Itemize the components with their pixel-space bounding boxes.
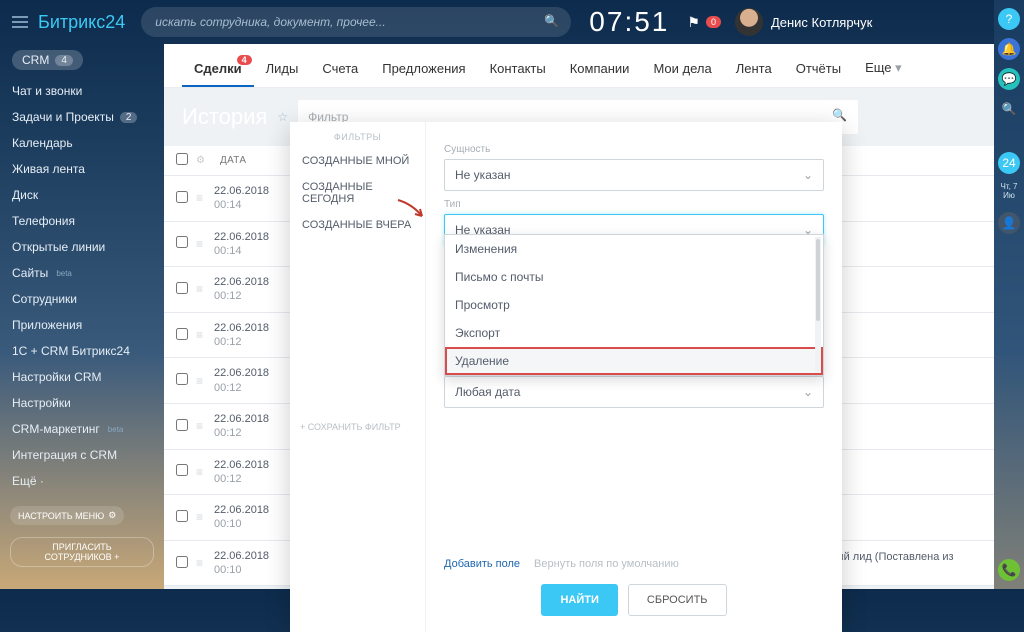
- drag-icon[interactable]: ≡: [196, 237, 214, 251]
- dropdown-scrollbar[interactable]: [815, 237, 821, 373]
- sidebar-item[interactable]: Живая лента: [0, 156, 164, 182]
- sidebar-item[interactable]: Задачи и Проекты2: [0, 104, 164, 130]
- tab[interactable]: Лиды: [254, 61, 311, 87]
- filter-presets-title: ФИЛЬТРЫ: [290, 132, 425, 142]
- entity-field-label: Сущность: [444, 144, 824, 155]
- sidebar-item[interactable]: Чат и звонки: [0, 78, 164, 104]
- tab[interactable]: Лента: [724, 61, 784, 87]
- messenger-icon[interactable]: 💬: [998, 68, 1020, 90]
- rail-date: Чт, 7 Ию: [994, 182, 1024, 200]
- tab[interactable]: Контакты: [478, 61, 558, 87]
- tab[interactable]: Компании: [558, 61, 642, 87]
- sidebar-item[interactable]: Настройки CRM: [0, 364, 164, 390]
- dropdown-option[interactable]: Экспорт: [445, 319, 823, 347]
- dropdown-option[interactable]: Изменения: [445, 235, 823, 263]
- tab[interactable]: Счета: [310, 61, 370, 87]
- row-checkbox[interactable]: [176, 373, 188, 385]
- dropdown-option[interactable]: Удаление: [445, 347, 823, 375]
- invite-button[interactable]: ПРИГЛАСИТЬ СОТРУДНИКОВ +: [10, 537, 154, 567]
- drag-icon[interactable]: ≡: [196, 191, 214, 205]
- sidebar-item[interactable]: Ещё ·: [0, 468, 164, 494]
- row-checkbox[interactable]: [176, 556, 188, 568]
- tab[interactable]: Мои дела: [641, 61, 723, 87]
- row-checkbox[interactable]: [176, 510, 188, 522]
- drag-icon[interactable]: ≡: [196, 374, 214, 388]
- filter-preset[interactable]: СОЗДАННЫЕ МНОЙ: [290, 148, 425, 174]
- col-date-header[interactable]: ДАТА: [220, 155, 300, 166]
- tab[interactable]: Отчёты: [784, 61, 853, 87]
- user-name[interactable]: Денис Котлярчук: [771, 15, 872, 30]
- global-search-input[interactable]: [141, 7, 571, 37]
- sidebar-item[interactable]: Диск: [0, 182, 164, 208]
- sidebar-item[interactable]: CRM-маркетингbeta: [0, 416, 164, 442]
- global-search[interactable]: 🔍: [141, 7, 571, 37]
- crm-chip[interactable]: CRM 4: [12, 50, 83, 70]
- callout-arrow: [396, 198, 426, 228]
- row-checkbox[interactable]: [176, 282, 188, 294]
- call-icon[interactable]: 📞: [998, 559, 1020, 581]
- row-checkbox[interactable]: [176, 464, 188, 476]
- sidebar-item[interactable]: Настройки: [0, 390, 164, 416]
- sidebar-item[interactable]: Сайтыbeta: [0, 260, 164, 286]
- tab[interactable]: Предложения: [370, 61, 477, 87]
- b24-badge[interactable]: 24: [998, 152, 1020, 174]
- row-checkbox[interactable]: [176, 236, 188, 248]
- tab[interactable]: Сделки4: [182, 61, 254, 87]
- notifications-icon[interactable]: 🔔: [998, 38, 1020, 60]
- chevron-down-icon: ⌄: [803, 385, 813, 399]
- drag-icon[interactable]: ≡: [196, 328, 214, 342]
- tasks-icon[interactable]: ⚑: [687, 14, 700, 31]
- search-icon-rail[interactable]: 🔍: [998, 98, 1020, 120]
- filter-search-icon[interactable]: 🔍: [832, 108, 847, 122]
- crm-count: 4: [55, 55, 73, 66]
- crm-label: CRM: [22, 53, 49, 67]
- configure-menu-button[interactable]: НАСТРОИТЬ МЕНЮ ⚙: [10, 506, 124, 525]
- select-all-checkbox[interactable]: [176, 153, 188, 165]
- row-checkbox[interactable]: [176, 191, 188, 203]
- filter-panel: ФИЛЬТРЫ СОЗДАННЫЕ МНОЙСОЗДАННЫЕ СЕГОДНЯС…: [290, 122, 842, 632]
- dropdown-option[interactable]: Просмотр: [445, 291, 823, 319]
- add-field-link[interactable]: Добавить поле: [444, 558, 520, 570]
- save-filter-button[interactable]: + СОХРАНИТЬ ФИЛЬТР: [290, 408, 425, 446]
- drag-icon[interactable]: ≡: [196, 556, 214, 570]
- logo[interactable]: Битрикс24: [38, 12, 125, 33]
- search-icon[interactable]: 🔍: [544, 14, 559, 28]
- tab[interactable]: Еще ▾: [853, 60, 914, 87]
- type-dropdown-list: ИзмененияПисьмо с почтыПросмотрЭкспортУд…: [444, 234, 824, 376]
- row-checkbox[interactable]: [176, 328, 188, 340]
- sidebar-item[interactable]: Телефония: [0, 208, 164, 234]
- tasks-badge: 0: [706, 16, 721, 28]
- type-field-label: Тип: [444, 199, 824, 210]
- help-icon[interactable]: ?: [998, 8, 1020, 30]
- sidebar-item[interactable]: Открытые линии: [0, 234, 164, 260]
- date-select[interactable]: Любая дата⌄: [444, 376, 824, 408]
- main-menu-icon[interactable]: [12, 16, 28, 28]
- sidebar-item[interactable]: Календарь: [0, 130, 164, 156]
- drag-icon[interactable]: ≡: [196, 282, 214, 296]
- user-avatar[interactable]: [735, 8, 763, 36]
- chevron-down-icon: ⌄: [803, 168, 813, 182]
- drag-icon[interactable]: ≡: [196, 419, 214, 433]
- dropdown-option[interactable]: Письмо с почты: [445, 263, 823, 291]
- entity-select[interactable]: Не указан⌄: [444, 159, 824, 191]
- favorite-icon[interactable]: ☆: [277, 110, 288, 124]
- row-checkbox[interactable]: [176, 419, 188, 431]
- sidebar-item[interactable]: Интеграция с CRM: [0, 442, 164, 468]
- rail-user-icon[interactable]: 👤: [998, 212, 1020, 234]
- sidebar-item[interactable]: Сотрудники: [0, 286, 164, 312]
- grid-settings-icon[interactable]: ⚙: [196, 155, 210, 166]
- restore-defaults-link[interactable]: Вернуть поля по умолчанию: [534, 558, 679, 570]
- drag-icon[interactable]: ≡: [196, 465, 214, 479]
- drag-icon[interactable]: ≡: [196, 510, 214, 524]
- sidebar-item[interactable]: 1С + CRM Битрикс24: [0, 338, 164, 364]
- sidebar-item[interactable]: Приложения: [0, 312, 164, 338]
- clock: 07:51: [589, 6, 669, 38]
- page-title: История: [182, 104, 267, 130]
